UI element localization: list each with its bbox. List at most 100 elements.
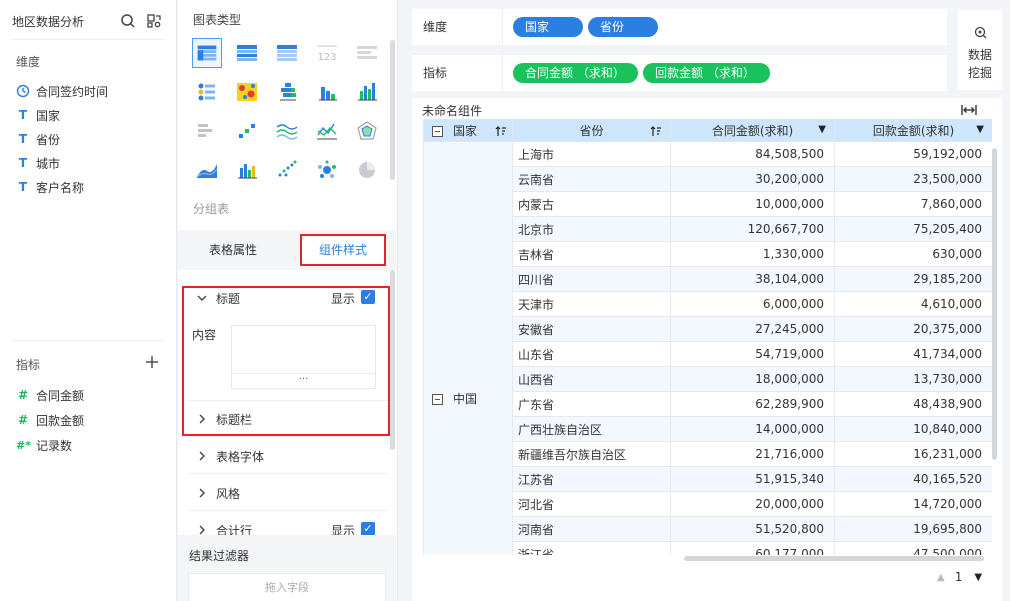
- section-style[interactable]: 风格: [196, 484, 240, 502]
- measure-field[interactable]: # 回款金额: [16, 411, 84, 429]
- fit-width-icon[interactable]: [961, 104, 977, 116]
- tab-component-style[interactable]: 组件样式: [300, 234, 386, 266]
- measure-field[interactable]: #* 记录数: [16, 436, 72, 454]
- dimension-shelf-label: 维度: [423, 9, 503, 45]
- province-cell: 山东省: [512, 341, 671, 367]
- component-name[interactable]: 未命名组件: [422, 102, 482, 119]
- contract-cell: 38,104,000: [670, 266, 835, 292]
- text-type-icon: T: [18, 180, 28, 194]
- contract-cell: 14,000,000: [670, 416, 835, 442]
- contract-cell: 51,915,340: [670, 466, 835, 492]
- dimension-field[interactable]: T 省份: [16, 130, 60, 148]
- dimension-field[interactable]: T 城市: [16, 154, 60, 172]
- dimension-field[interactable]: T 客户名称: [16, 178, 84, 196]
- scatter-chart-icon[interactable]: [272, 155, 302, 185]
- kpi-number-chart-icon[interactable]: 123: [312, 38, 342, 68]
- data-mining-line1: 数据: [967, 48, 992, 62]
- sort-icon[interactable]: [495, 125, 507, 137]
- data-panel: 地区数据分析 维度 合同签约时间 T 国家 T 省份 T 城市 T 客户名称 指…: [0, 0, 177, 601]
- province-cell: 广东省: [512, 391, 671, 417]
- detail-table-chart-icon[interactable]: [272, 38, 302, 68]
- dimensions-label: 维度: [16, 55, 41, 69]
- measure-field[interactable]: # 合同金额: [16, 386, 84, 404]
- add-measure-icon[interactable]: [145, 355, 159, 369]
- next-page-icon[interactable]: ▼: [974, 572, 982, 583]
- filter-drop-zone[interactable]: 拖入字段: [188, 573, 386, 601]
- dimension-pill[interactable]: 国家: [513, 17, 583, 37]
- payment-cell: 10,840,000: [834, 416, 992, 442]
- country-cell[interactable]: 中国: [423, 141, 513, 555]
- cross-table-chart-icon[interactable]: [232, 38, 262, 68]
- tab-table-properties[interactable]: 表格属性: [178, 230, 288, 270]
- style-panel-scrollbar[interactable]: [390, 270, 395, 450]
- sort-icon[interactable]: [650, 125, 662, 137]
- measure-pill[interactable]: 合同金额 （求和）: [513, 63, 638, 83]
- stacked-bar-chart-icon[interactable]: [272, 77, 302, 107]
- collapse-group-icon[interactable]: [432, 394, 443, 405]
- province-cell: 天津市: [512, 291, 671, 317]
- prev-page-icon[interactable]: ▲: [937, 572, 945, 583]
- caret-down-icon[interactable]: ▼: [818, 124, 826, 135]
- header-payment-amount[interactable]: 回款金额(求和) ▼: [834, 119, 992, 142]
- clock-icon: [16, 84, 30, 98]
- line-chart-icon[interactable]: [312, 116, 342, 146]
- payment-cell: 4,610,000: [834, 291, 992, 317]
- dimension-field[interactable]: T 国家: [16, 106, 60, 124]
- section-label: 风格: [216, 486, 241, 501]
- area-chart-icon[interactable]: [192, 155, 222, 185]
- heat-map-chart-icon[interactable]: [232, 77, 262, 107]
- payment-cell: 630,000: [834, 241, 992, 267]
- caret-down-icon[interactable]: ▼: [976, 124, 984, 135]
- radar-chart-icon[interactable]: [352, 116, 382, 146]
- result-filter-label: 结果过滤器: [189, 549, 250, 563]
- pie-chart-icon[interactable]: [352, 155, 382, 185]
- header-contract-amount[interactable]: 合同金额(求和) ▼: [670, 119, 835, 142]
- field-settings-icon[interactable]: [146, 13, 162, 29]
- chart-type-scrollbar[interactable]: [390, 40, 395, 180]
- table-vertical-scrollbar[interactable]: [992, 148, 997, 460]
- text-type-icon: T: [18, 108, 28, 122]
- total-row-show-checkbox[interactable]: ✓: [361, 522, 375, 536]
- grouped-column-chart-icon[interactable]: [352, 77, 382, 107]
- contract-cell: 51,520,800: [670, 516, 835, 542]
- scatter-step-chart-icon[interactable]: [232, 116, 262, 146]
- section-table-font[interactable]: 表格字体: [196, 447, 264, 465]
- bubble-chart-icon[interactable]: [312, 155, 342, 185]
- header-province-label: 省份: [579, 124, 604, 138]
- data-mining-button[interactable]: 数据 挖掘: [958, 10, 1002, 90]
- header-province[interactable]: 省份: [512, 119, 671, 142]
- field-label: 合同签约时间: [36, 84, 109, 99]
- payment-cell: 19,695,800: [834, 516, 992, 542]
- multi-line-chart-icon[interactable]: [272, 116, 302, 146]
- field-label: 合同金额: [36, 388, 85, 403]
- measure-pill[interactable]: 回款金额 （求和）: [643, 63, 770, 83]
- header-country[interactable]: 国家: [423, 119, 513, 142]
- text-widget-chart-icon[interactable]: [352, 38, 382, 68]
- province-cell: 浙江省: [512, 541, 671, 555]
- province-cell: 吉林省: [512, 241, 671, 267]
- contract-cell: 54,719,000: [670, 341, 835, 367]
- dataset-header: 地区数据分析: [12, 13, 164, 31]
- contract-cell: 27,245,000: [670, 316, 835, 342]
- search-icon[interactable]: [120, 13, 136, 29]
- chart-type-label: 图表类型: [193, 13, 242, 27]
- measure-shelf[interactable]: 指标 合同金额 （求和） 回款金额 （求和）: [412, 55, 947, 91]
- bar-ranking-chart-icon[interactable]: [192, 116, 222, 146]
- column-chart-icon[interactable]: [312, 77, 342, 107]
- country-value: 中国: [453, 392, 478, 406]
- field-label: 客户名称: [36, 180, 85, 195]
- section-label: 表格字体: [216, 449, 265, 464]
- divider: [188, 473, 388, 474]
- divider: [188, 510, 388, 511]
- grouped-table-chart-icon[interactable]: [192, 38, 222, 68]
- dimension-field[interactable]: 合同签约时间: [16, 82, 108, 100]
- dimension-pill[interactable]: 省份: [588, 17, 658, 37]
- dimension-shelf[interactable]: 维度 国家 省份: [412, 9, 947, 45]
- payment-cell: 40,165,520: [834, 466, 992, 492]
- table-header-row: 国家 省份 合同金额(求和) ▼ 回款金额(求和) ▼: [423, 119, 992, 142]
- table-horizontal-scrollbar[interactable]: [684, 556, 984, 561]
- combo-chart-icon[interactable]: [232, 155, 262, 185]
- contract-cell: 84,508,500: [670, 141, 835, 167]
- collapse-all-icon[interactable]: [432, 126, 443, 137]
- dot-matrix-chart-icon[interactable]: [192, 77, 222, 107]
